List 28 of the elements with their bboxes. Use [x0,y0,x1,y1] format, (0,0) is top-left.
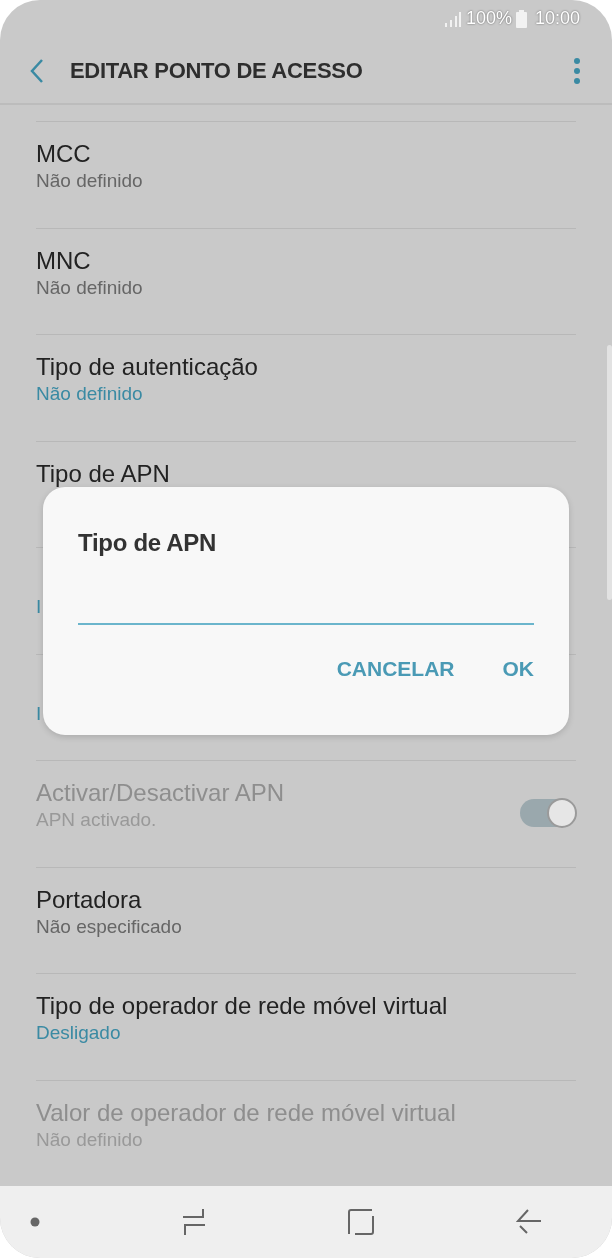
setting-title: Tipo de operador de rede móvel virtual [36,992,448,1022]
setting-title: Activar/Desactivar APN [36,779,285,809]
setting-row[interactable]: MCC Não definido [36,121,576,228]
setting-value: Não definido [36,275,143,300]
setting-title: MCC [36,140,92,170]
dialog-title: Tipo de APN [78,528,218,558]
recent-apps-icon[interactable] [182,1208,206,1237]
setting-value: Não definido [36,169,143,194]
setting-title: Portadora [36,885,143,915]
setting-row[interactable]: Tipo de operador de rede móvel virtual Desligado [36,973,576,1080]
setting-value: Desligado [36,1021,122,1046]
setting-value: I [36,595,42,620]
setting-value: Não definido [36,382,144,407]
setting-title: Tipo de autenticação [36,353,258,383]
setting-row[interactable]: Portadora Não especificado [36,866,576,974]
back-icon[interactable] [516,1209,542,1236]
signal-icon [443,10,462,27]
setting-title: Tipo de APN [36,459,170,489]
dot-icon[interactable] [30,1217,40,1228]
setting-row[interactable]: Tipo de autenticação Não definido [36,334,576,441]
setting-title: Valor de operador de rede móvel virtual [36,1098,456,1128]
home-icon[interactable] [348,1209,374,1236]
setting-title: MNC [36,246,92,276]
screen-title: EDITAR PONTO DE ACESSO [70,57,364,86]
battery-icon [515,9,527,28]
setting-value: Não especificado [36,914,182,939]
setting-row[interactable]: MNC Não definido [36,227,576,335]
setting-value: I [36,701,42,726]
